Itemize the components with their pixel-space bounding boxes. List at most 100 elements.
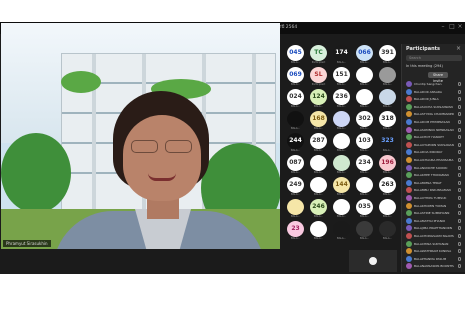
participant-list-item[interactable]: BALASTINE SUMNHANN <box>406 210 462 217</box>
participant-tile[interactable]: 035 BALA... <box>352 198 377 218</box>
self-video-tile[interactable] <box>349 250 397 272</box>
mic-icon <box>458 203 461 208</box>
participant-tile-label: BALA... <box>291 171 300 174</box>
participant-list-item[interactable]: BALAMMNA TERAT <box>406 179 462 187</box>
avatar <box>406 248 412 255</box>
share-invite-button[interactable]: Share invite <box>428 72 448 83</box>
participant-list-item[interactable]: BALAKHEE THONGMAN <box>406 172 462 179</box>
participant-tile[interactable]: 151 BALA... <box>329 66 354 86</box>
participant-list-item[interactable]: Chuntip Sangchan <box>406 81 462 88</box>
participant-tile[interactable]: BALA... <box>375 66 400 86</box>
participant-tile[interactable]: BALA... <box>352 88 377 108</box>
participant-tile[interactable]: 124 BALA... <box>306 88 331 108</box>
participant-tile[interactable]: BALA... <box>329 132 354 152</box>
participant-avatar: SL <box>310 67 327 83</box>
participant-tile[interactable]: 087 BALA... <box>283 154 308 174</box>
participant-tile[interactable]: 196 BALA... <box>375 154 400 174</box>
participant-avatar <box>287 111 304 127</box>
participant-list-item[interactable]: BALADOR ANSARA <box>406 88 462 96</box>
participant-tile[interactable]: BALA... <box>352 176 377 196</box>
participant-tile[interactable]: 244 BALA... <box>283 132 308 152</box>
participant-list-item[interactable]: BALASUCHA SUKSANWAN <box>406 103 462 111</box>
participant-list-item[interactable]: BALASTYING CHAMMANPRIM <box>406 111 462 118</box>
participant-tile[interactable]: BALA... <box>283 198 308 218</box>
participant-tile-label: BALA... <box>360 237 369 240</box>
participant-list-item[interactable]: BALACHOT HANOPT <box>406 134 462 141</box>
participant-tile[interactable]: 103 BALA... <box>352 132 377 152</box>
participant-tile[interactable]: 246 BALA... <box>306 198 331 218</box>
participant-avatar: 087 <box>287 155 304 171</box>
participant-list-item[interactable]: BALAMBU PARUNSAMAN <box>406 187 462 194</box>
participant-tile[interactable]: TC Participant <box>306 44 331 64</box>
participant-tile[interactable]: 23 BALA... <box>283 220 308 240</box>
participant-tile[interactable]: SL Participant <box>306 66 331 86</box>
participant-list-item[interactable]: BALAJIMA PRAPTHANORN <box>406 225 462 232</box>
participant-tile[interactable]: BALA... <box>283 110 308 130</box>
participant-tile-label: BALA... <box>337 215 346 218</box>
participant-tile[interactable]: 391 BALA... <box>375 44 400 64</box>
participant-tile-label: BALA... <box>383 171 392 174</box>
speaker-video[interactable]: Phramyut Sirasukhin <box>1 23 280 249</box>
participant-search-input[interactable]: Search <box>406 55 462 61</box>
minimize-icon[interactable]: – <box>440 24 446 30</box>
avatar <box>406 255 412 262</box>
participant-tile-label: BALA... <box>360 127 369 130</box>
participant-list-item[interactable]: BALAPHANMA PASUM <box>406 255 462 263</box>
participant-list-item[interactable]: BALAKHOMIN TOMAN <box>406 202 462 210</box>
participant-tile[interactable]: BALA... <box>329 220 354 240</box>
participant-name: BALAUTAPORN SUKSANAN <box>414 142 454 147</box>
participant-tile[interactable]: BALA... <box>306 154 331 174</box>
participant-tile[interactable]: BALA... <box>306 176 331 196</box>
participant-tile[interactable]: BALA... <box>352 220 377 240</box>
participant-tile[interactable]: 174 BALA... <box>329 44 354 64</box>
person-face <box>123 115 201 201</box>
participant-list-item[interactable]: BALACHONGSAKM NGAMSANAN <box>406 233 462 240</box>
participant-list-item[interactable]: BALASOMNUK NIENRASAN <box>406 126 462 134</box>
participant-tile[interactable]: 234 BALA... <box>352 154 377 174</box>
participant-tile[interactable]: 263 BALA... <box>375 176 400 196</box>
participant-list-item[interactable]: BALANUNCHE SOOKRI <box>406 164 462 172</box>
person-smile <box>148 173 176 181</box>
participant-tile[interactable]: BALA... <box>306 220 331 240</box>
avatar <box>406 103 412 110</box>
participant-tile[interactable]: BALA... <box>375 88 400 108</box>
mic-icon <box>458 135 461 140</box>
participant-tile[interactable]: 069 BALA... <box>283 66 308 86</box>
participant-tile[interactable]: 045 BALA... <box>283 44 308 64</box>
participant-tile-label: BALA... <box>291 193 300 196</box>
participant-list-item[interactable]: BALAICHAURA PHANSAMA <box>406 157 462 164</box>
participant-list-item[interactable]: BALAUTAPORN SUKSANAN <box>406 141 462 149</box>
participant-tile[interactable]: 287 BALA... <box>306 132 331 152</box>
close-icon[interactable]: × <box>457 24 463 30</box>
participant-list-item[interactable]: BALADOM PHIMPRASAN <box>406 119 462 126</box>
participant-avatar: 144 <box>333 177 350 193</box>
participant-tile[interactable]: BALA... <box>375 198 400 218</box>
participant-tile[interactable]: 024 BALA... <box>283 88 308 108</box>
avatar <box>406 164 412 171</box>
participant-tile-label: BALA... <box>383 215 392 218</box>
maximize-icon[interactable]: □ <box>449 24 455 30</box>
participant-list-item[interactable]: BALAWATHIRAM KUNKSA <box>406 248 462 255</box>
participant-list-item[interactable]: BALACHINA SUKTANAN <box>406 240 462 248</box>
participant-tile[interactable]: 249 BALA... <box>283 176 308 196</box>
participant-list-item[interactable]: BALADOR JUNLA <box>406 96 462 103</box>
participant-tile[interactable]: BALA... <box>352 66 377 86</box>
participant-tile[interactable]: BALA... <box>329 198 354 218</box>
participant-tile[interactable]: BALA... <box>329 110 354 130</box>
participant-tile[interactable]: 236 BALA... <box>329 88 354 108</box>
participant-list-item[interactable]: BALAUTHIPA TUMSUK <box>406 195 462 202</box>
participant-tile[interactable]: 168 BALA... <box>306 110 331 130</box>
participant-avatar <box>379 199 396 215</box>
close-panel-icon[interactable]: × <box>456 45 461 52</box>
participant-grid: 045 BALA... TC Participant 174 BALA... 066 BALA… <box>283 44 398 245</box>
participant-tile[interactable]: 318 BALA... <box>375 110 400 130</box>
participant-tile[interactable]: 302 BALA... <box>352 110 377 130</box>
participant-list-item[interactable]: BALANANSASNIS BOONTHA <box>406 263 462 270</box>
participant-list-item[interactable]: BALAMATTAI PHANOI <box>406 217 462 225</box>
participant-tile[interactable]: 066 BALA... <box>352 44 377 64</box>
participant-tile[interactable]: BALA... <box>329 154 354 174</box>
participant-tile[interactable]: 323 BALA... <box>375 132 400 152</box>
participant-tile[interactable]: 144 BALA... <box>329 176 354 196</box>
participant-tile[interactable]: BALA... <box>375 220 400 240</box>
participant-list-item[interactable]: BALADOA INKORAY <box>406 149 462 156</box>
